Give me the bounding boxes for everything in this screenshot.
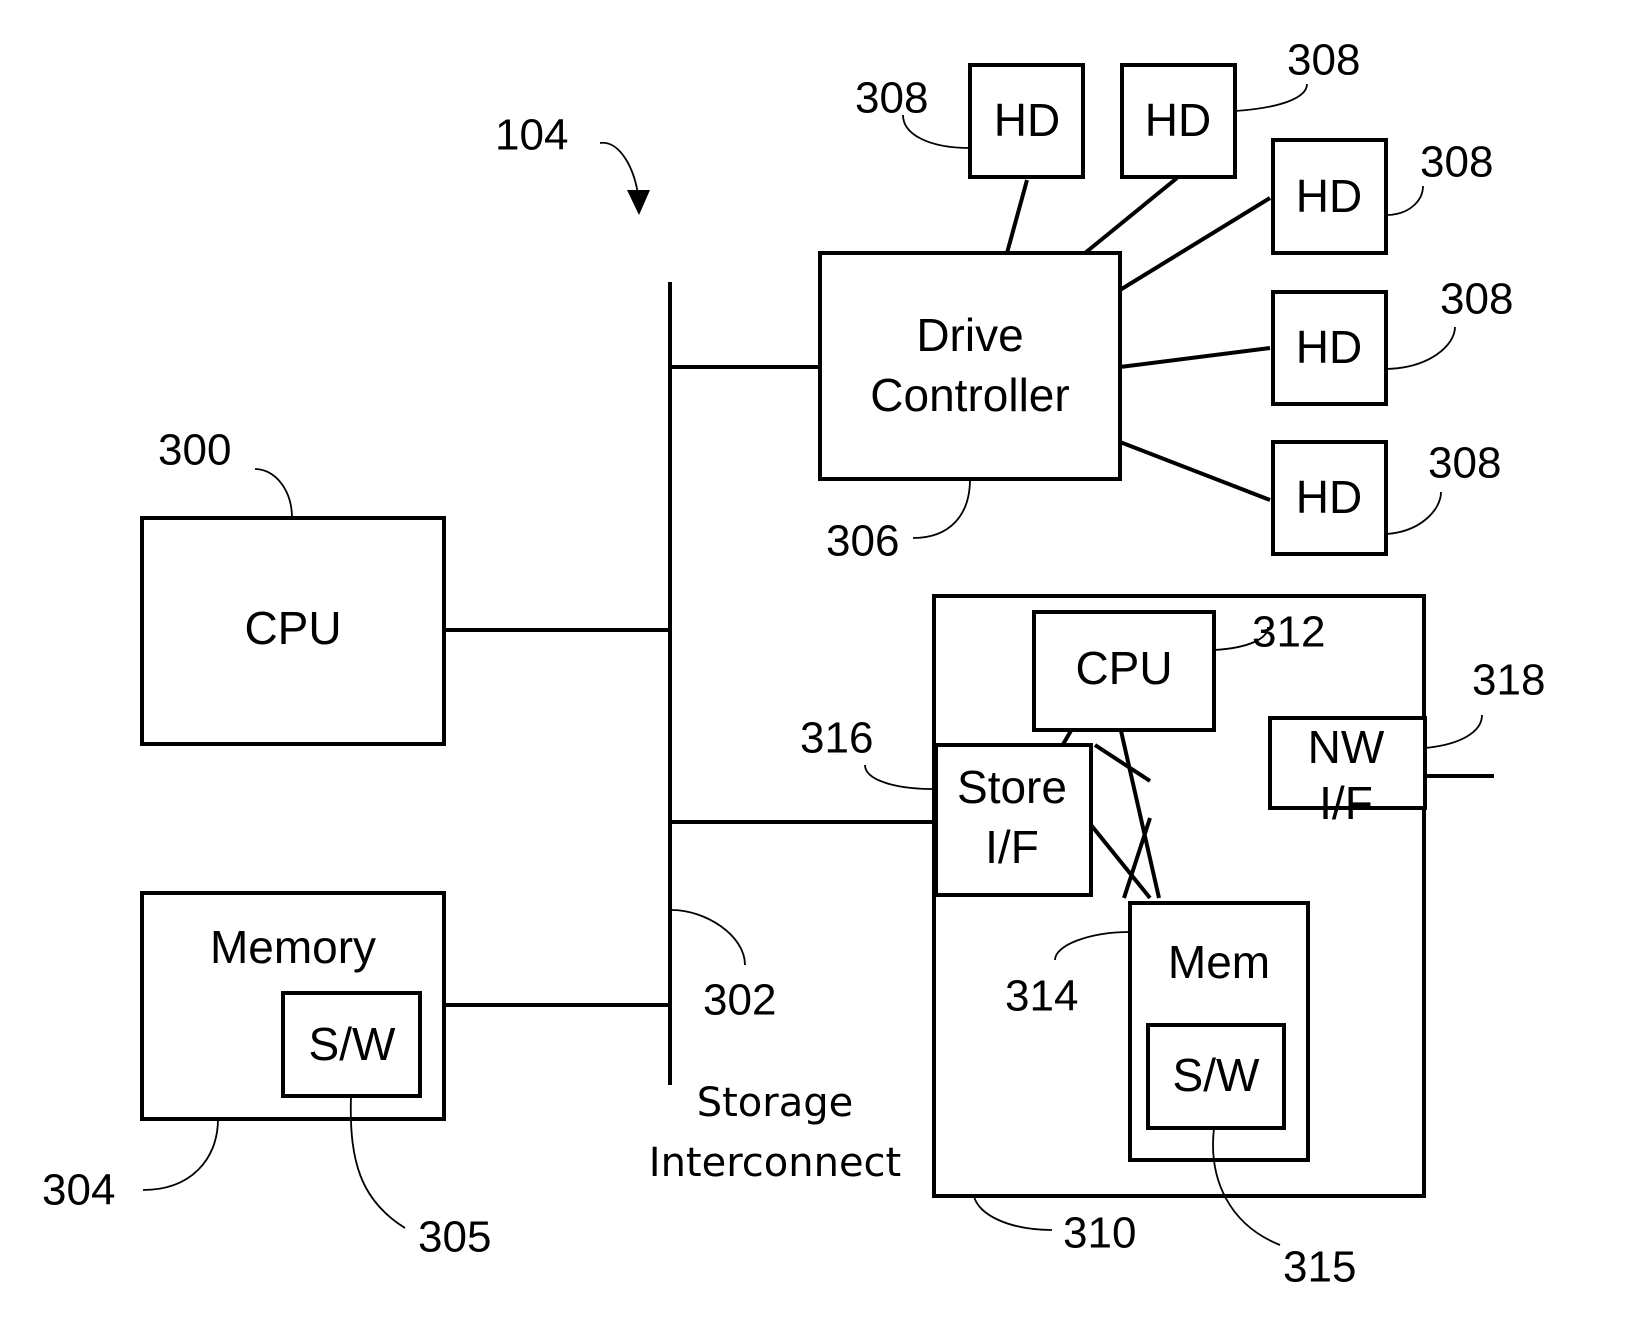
hd-link-1	[1005, 179, 1029, 254]
hard-drive-4-leader	[1385, 326, 1456, 370]
store-if-label-line1: Store	[957, 761, 1067, 813]
hard-drive-3-label: HD	[1296, 170, 1362, 222]
hard-drive-2-ref: 308	[1287, 36, 1360, 85]
hard-drive-4-label: HD	[1296, 321, 1362, 373]
memory-leader	[142, 1118, 219, 1191]
hard-drive-3-ref: 308	[1420, 138, 1493, 187]
hd-link-3	[1118, 196, 1272, 292]
figure-reference: 104	[495, 111, 650, 215]
storage-processor-ref: 310	[1063, 1209, 1136, 1258]
storage-system-diagram: 104 302 Storage Interconnect CPU 300 Mem…	[42, 36, 1545, 1292]
hd-link-4	[1119, 346, 1271, 369]
cpu-leader	[254, 468, 293, 519]
nw-if-leader	[1423, 714, 1483, 749]
hard-drive-3-leader	[1385, 185, 1424, 216]
hard-drive-1-label: HD	[994, 94, 1060, 146]
hd-link-2	[1083, 176, 1179, 255]
memory-software-label: S/W	[309, 1018, 396, 1070]
drive-controller-label-line1: Drive	[916, 309, 1023, 361]
sp-mem-software-ref: 315	[1283, 1243, 1356, 1292]
store-if-label-line2: I/F	[985, 821, 1039, 873]
storage-processor-leader	[973, 1195, 1053, 1231]
hd-link-5	[1119, 440, 1271, 502]
hard-drive-1-ref: 308	[855, 74, 928, 123]
bus-label-line1: Storage	[697, 1080, 854, 1126]
drive-controller-block: Drive Controller 306 HD 308 HD 308 HD 30…	[670, 36, 1513, 566]
cpu-block: CPU 300	[140, 426, 670, 746]
memory-block: Memory S/W 304 305	[42, 891, 670, 1262]
hard-drive-2-leader	[1234, 83, 1308, 112]
drive-controller-ref: 306	[826, 517, 899, 566]
cpu-label: CPU	[244, 602, 341, 654]
memory-label: Memory	[210, 921, 376, 973]
sp-cpu-label: CPU	[1075, 642, 1172, 694]
hard-drive-5-label: HD	[1296, 471, 1362, 523]
figure-ref-arrow-line	[599, 142, 639, 196]
sp-cpu-ref: 312	[1252, 608, 1325, 657]
cpu-ref: 300	[158, 426, 231, 475]
memory-software-ref: 305	[418, 1213, 491, 1262]
bus-leader	[671, 909, 746, 966]
hard-drive-5-ref: 308	[1428, 439, 1501, 488]
nw-if-label-line1: NW	[1308, 721, 1385, 773]
drive-controller-leader	[912, 478, 971, 539]
memory-ref: 304	[42, 1166, 115, 1215]
store-if-ref: 316	[800, 714, 873, 763]
sp-mem-label: Mem	[1168, 936, 1270, 988]
store-if-leader	[864, 764, 935, 790]
drive-controller-label-line2: Controller	[870, 369, 1069, 421]
drive-controller-box	[818, 251, 1122, 481]
hard-drive-5-leader	[1385, 491, 1442, 535]
bus-label-line2: Interconnect	[649, 1140, 901, 1186]
storage-processor-block: CPU 312 Store I/F 316 NW I/F 318 Mem S/W…	[670, 594, 1545, 1292]
hard-drive-2-label: HD	[1145, 94, 1211, 146]
sp-mem-ref: 314	[1005, 972, 1078, 1021]
nw-if-label-line2: I/F	[1319, 777, 1373, 829]
arrow-down-icon	[627, 190, 650, 215]
bus-ref: 302	[703, 976, 776, 1025]
nw-if-ref: 318	[1472, 656, 1545, 705]
hard-drive-4-ref: 308	[1440, 275, 1513, 324]
figure-ref-label: 104	[495, 111, 568, 160]
sp-mem-software-label: S/W	[1173, 1049, 1260, 1101]
